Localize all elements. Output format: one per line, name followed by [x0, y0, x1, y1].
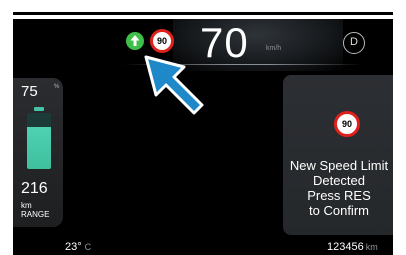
status-bar: 23° C 123456 km: [13, 239, 393, 255]
speed-limit-notification[interactable]: 90 New Speed Limit Detected Press RES to…: [283, 75, 393, 235]
notification-speed-limit-sign: 90: [334, 111, 360, 137]
instrument-cluster-screen: 90 70 km/h D 75 % 216 km RANGE 90 New Sp…: [13, 19, 393, 255]
battery-cap: [34, 107, 44, 111]
odometer: 123456 km: [327, 241, 378, 253]
notification-line: Press RES: [307, 188, 371, 203]
battery-range-panel: 75 % 216 km RANGE: [13, 78, 63, 227]
range-value: 216: [21, 180, 48, 197]
battery-level-fill: [27, 127, 51, 169]
temperature-value: 23°: [65, 241, 82, 253]
speed-unit: km/h: [266, 45, 282, 52]
outside-temperature: 23° C: [65, 241, 91, 253]
notification-message: New Speed Limit Detected Press RES to Co…: [283, 158, 393, 218]
odometer-unit: km: [365, 242, 378, 252]
notification-line: New Speed Limit: [289, 158, 389, 173]
range-label: RANGE: [21, 210, 50, 219]
battery-body: [27, 113, 51, 169]
notification-line: Detected: [312, 173, 366, 188]
notification-line: to Confirm: [309, 203, 369, 218]
pointer-arrow-icon: [144, 55, 214, 125]
gear-indicator: D: [343, 32, 365, 54]
top-divider: [13, 12, 393, 15]
up-arrow-icon: [126, 32, 144, 50]
temperature-unit: C: [84, 242, 92, 252]
battery-percent: 75: [21, 83, 38, 100]
range-unit: km: [21, 201, 32, 210]
battery-percent-unit: %: [54, 84, 60, 90]
speed-limit-sign: 90: [150, 29, 174, 53]
odometer-value: 123456: [327, 241, 364, 253]
battery-icon: [27, 107, 51, 169]
